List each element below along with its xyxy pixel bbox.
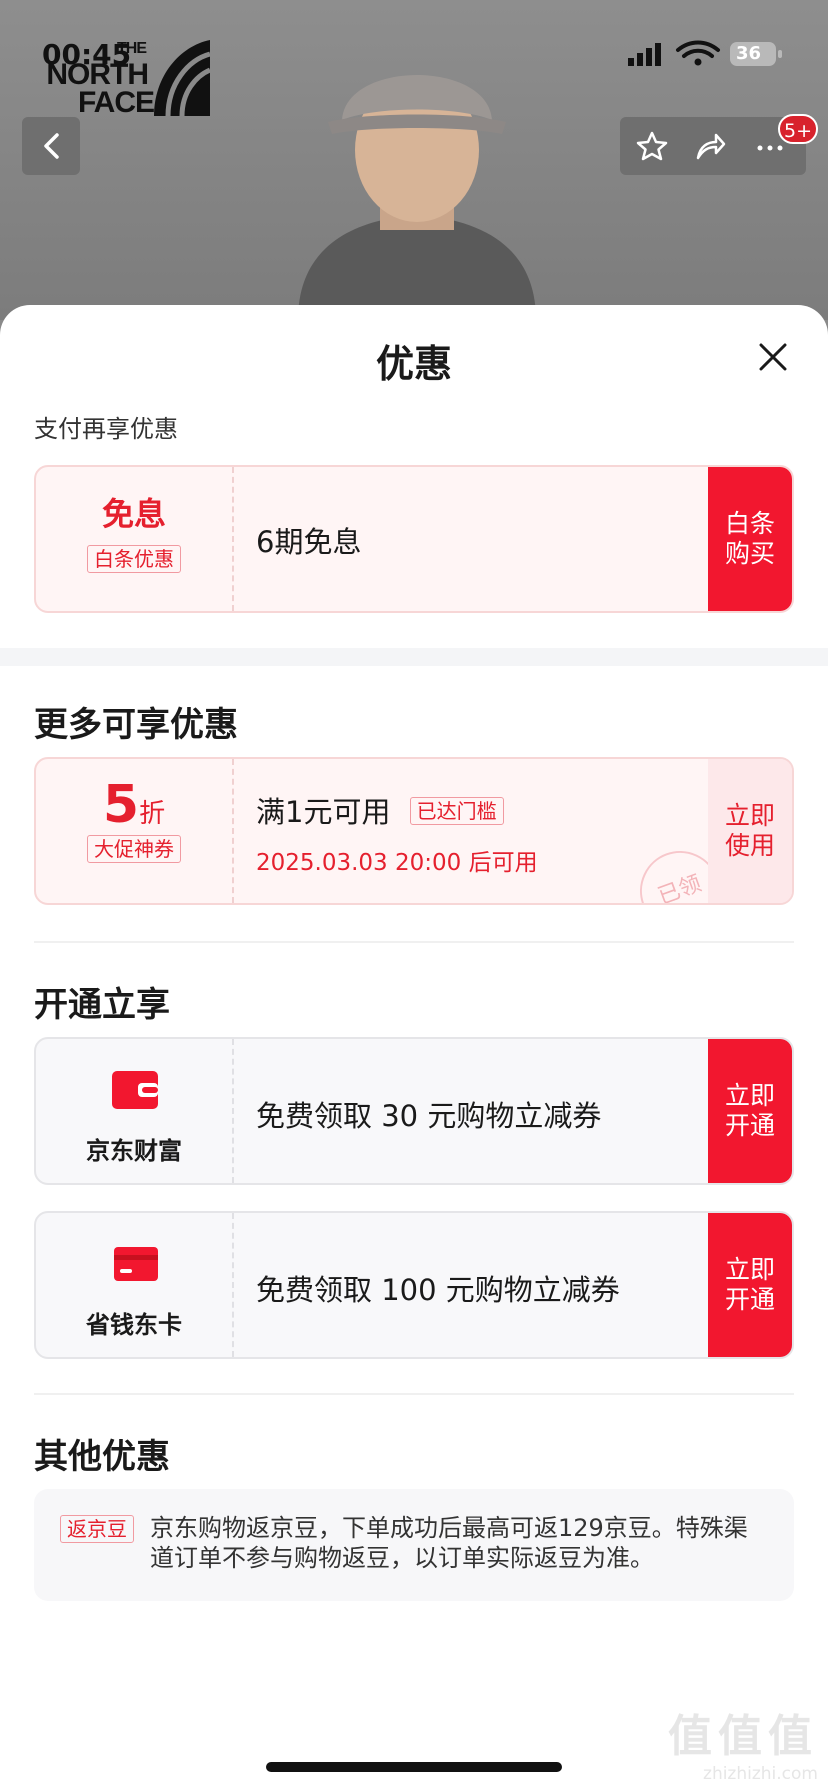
card-text: 免费领取 30 元购物立减券: [256, 1099, 602, 1133]
open-section-title: 开通立享: [34, 985, 170, 1025]
star-icon[interactable]: [636, 130, 668, 162]
baitiao-buy-button[interactable]: 白条 购买: [708, 467, 792, 611]
watermark: 值值值 zhizhizhi.com: [668, 1700, 818, 1784]
sheet-title: 优惠: [375, 342, 452, 386]
card-big-text: 免息: [101, 495, 166, 533]
saving-card-card[interactable]: 省钱东卡 免费领取 100 元购物立减券 立即 开通: [34, 1211, 794, 1359]
home-indicator[interactable]: [266, 1762, 562, 1772]
card-text: 6期免息: [256, 525, 362, 559]
brand-line-3: FACE: [77, 86, 155, 119]
section-divider: [34, 1393, 794, 1395]
jd-bean-rebate-text: 京东购物返京豆，下单成功后最高可返129京豆。特殊渠道订单不参与购物返豆，以订单…: [150, 1514, 748, 1572]
more-section-title: 更多可享优惠: [34, 705, 238, 745]
discount-sheet: 优惠 支付再享优惠 免息 白条优惠 6期免息 白条 购买 更多可享优惠 5折 大…: [0, 305, 828, 1792]
card-tag: 白条优惠: [87, 545, 181, 573]
threshold-tag: 已达门槛: [409, 797, 504, 825]
product-model-image: [298, 75, 536, 320]
card-left: 京东财富: [36, 1039, 234, 1183]
section-divider: [34, 941, 794, 943]
watermark-sub: zhizhizhi.com: [703, 1764, 818, 1784]
chevron-left-icon: [44, 133, 59, 159]
coupon-condition: 满1元可用 已达门槛: [256, 789, 504, 831]
jd-bean-rebate-box: 返京豆 京东购物返京豆，下单成功后最高可返129京豆。特殊渠道订单不参与购物返豆…: [34, 1489, 794, 1601]
close-icon[interactable]: [753, 337, 793, 377]
section-divider: [0, 648, 828, 666]
pay-section-title: 支付再享优惠: [34, 415, 178, 443]
card-tag: 大促神券: [87, 835, 181, 863]
coupon-condition-text: 满1元可用: [256, 795, 391, 829]
battery-level: 36: [736, 43, 762, 64]
coupon-valid-time: 2025.03.03 20:00 后可用: [256, 850, 538, 876]
watermark-main: 值值值: [668, 1711, 818, 1762]
status-bar-icons: 36: [628, 40, 788, 68]
jd-wealth-card[interactable]: 京东财富 免费领取 30 元购物立减券 立即 开通: [34, 1037, 794, 1185]
open-now-button[interactable]: 立即 开通: [708, 1213, 792, 1357]
coupon-discount-value: 5: [102, 775, 140, 835]
coupon-discount: 5折: [36, 777, 232, 842]
coupon-discount-unit: 折: [139, 799, 166, 829]
share-icon[interactable]: [694, 130, 726, 162]
brand-dome-icon: [154, 40, 212, 117]
use-now-button[interactable]: 立即 使用: [708, 759, 792, 903]
card-left: 免息 白条优惠: [36, 467, 234, 611]
notification-badge: 5+: [778, 114, 819, 144]
card-icon: [114, 1247, 158, 1281]
back-button[interactable]: [22, 117, 80, 175]
saving-card-label: 省钱东卡: [86, 1311, 182, 1339]
wallet-icon: [112, 1071, 158, 1109]
card-text: 免费领取 100 元购物立减券: [256, 1273, 620, 1307]
status-time: 00:45: [42, 38, 132, 71]
other-section-title: 其他优惠: [34, 1437, 170, 1477]
jd-bean-tag: 返京豆: [60, 1515, 134, 1543]
coupon-card[interactable]: 5折 大促神券 满1元可用 已达门槛 2025.03.03 20:00 后可用 …: [34, 757, 794, 905]
open-now-button[interactable]: 立即 开通: [708, 1039, 792, 1183]
signal-icon: [628, 43, 661, 66]
jd-wealth-label: 京东财富: [86, 1137, 182, 1165]
interest-free-card[interactable]: 免息 白条优惠 6期免息 白条 购买: [34, 465, 794, 613]
card-left: 省钱东卡: [36, 1213, 234, 1357]
wifi-icon: [676, 40, 720, 58]
card-left: 5折 大促神券: [36, 759, 234, 903]
